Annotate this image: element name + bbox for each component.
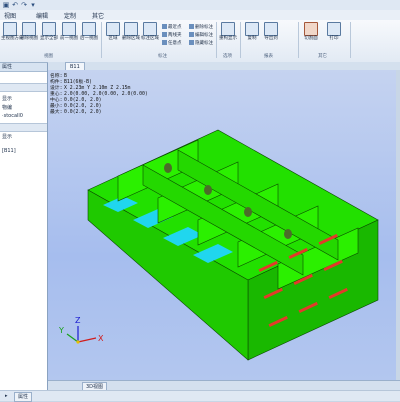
status-bar: ▸ 属性 (0, 390, 400, 402)
property-display[interactable]: 显示 (2, 95, 12, 102)
view-direction-icon (3, 22, 17, 36)
two-line-tool[interactable]: 两线夹 (162, 32, 182, 38)
axis-origin (76, 340, 80, 344)
lightening-hole (284, 229, 292, 239)
document-tab-bar: B11 (48, 62, 400, 71)
rebuild-icon (221, 22, 235, 36)
y-axis-label: Y (58, 326, 64, 335)
two-line-icon (162, 32, 167, 37)
menu-bar: 视图 编辑 定制 其它 (0, 10, 400, 20)
lightening-hole (244, 207, 252, 217)
region-icon (106, 22, 120, 36)
group-separator (240, 22, 241, 58)
x-axis-label: X (98, 334, 104, 343)
3d-viewport[interactable]: 名称: B 构件: B11(6板-B) 设计: X 2.23m Y 2.10m Z 2… (48, 70, 396, 380)
annotate-region-icon (143, 22, 157, 36)
delete-annotation-icon (189, 24, 194, 29)
zoom-all-icon (42, 22, 56, 36)
delete-annotation-tool[interactable]: 删除标注 (189, 24, 213, 30)
y-axis-line (66, 333, 79, 343)
copy-icon (245, 22, 259, 36)
nearest-point-tool[interactable]: 最近点 (162, 24, 182, 30)
properties-panel: 属性 显示 物编 ·stocall0 显示 [B11] (0, 63, 48, 390)
print-button[interactable]: 打印 (325, 22, 343, 48)
rebuild-display-button[interactable]: 重构显示 (219, 22, 237, 48)
menu-customize[interactable]: 定制 (64, 11, 76, 20)
annotate-region-button[interactable]: 标注区域 (141, 22, 159, 48)
property-stocall[interactable]: ·stocall0 (2, 113, 23, 119)
delete-region-icon (124, 22, 138, 36)
group-label-view: 视图 (44, 54, 53, 59)
ribbon: 主视图方向 删除视图 显示全部 前一视图 后一视图 区域 删除区域 标注区域 最… (0, 20, 400, 63)
show-all-button[interactable]: 显示全部 (40, 22, 58, 48)
any-point-icon (162, 40, 167, 45)
status-arrow-icon[interactable]: ▸ (2, 392, 11, 400)
nearest-point-icon (162, 24, 167, 29)
property-b11[interactable]: [B11] (2, 148, 16, 154)
info-line: 最大: 0.0(2.0, 2.0) (50, 110, 102, 115)
any-point-tool[interactable]: 任意点 (162, 40, 182, 46)
hide-annotation-tool[interactable]: 隐藏标注 (189, 40, 213, 46)
export-icon (264, 22, 278, 36)
panel-toolbar (0, 83, 47, 92)
zoom-next-icon (82, 22, 96, 36)
group-label-annotation: 标注 (158, 54, 167, 59)
zoom-previous-icon (62, 22, 76, 36)
lightening-hole (164, 163, 172, 173)
panel-divider (0, 123, 47, 132)
property-display-2[interactable]: 显示 (2, 133, 12, 140)
redo-icon[interactable]: ↷ (20, 1, 28, 9)
property-object[interactable]: 物编 (2, 104, 12, 111)
menu-other[interactable]: 其它 (92, 11, 104, 20)
axis-triad: Z X Y (58, 316, 104, 344)
x-axis-line (77, 337, 97, 343)
status-tab-properties[interactable]: 属性 (14, 392, 33, 402)
group-separator (350, 22, 351, 58)
edit-annotation-icon (189, 32, 194, 37)
previous-view-button[interactable]: 前一视图 (60, 22, 78, 48)
lightening-hole (204, 185, 212, 195)
next-view-button[interactable]: 后一视图 (80, 22, 98, 48)
save-icon[interactable]: ▣ (2, 1, 10, 9)
delete-view-icon (22, 22, 36, 36)
delete-region-button[interactable]: 删除区域 (122, 22, 140, 48)
undo-icon[interactable]: ↶ (11, 1, 19, 9)
group-separator (101, 22, 102, 58)
panel-header: 属性 (0, 63, 47, 72)
customize-quick-access-icon[interactable]: ▾ (29, 1, 37, 9)
export-button[interactable]: 导出到 (262, 22, 280, 48)
group-label-report: 报表 (264, 54, 273, 59)
delete-view-button[interactable]: 删除视图 (20, 22, 38, 48)
cut-plane-button[interactable]: 切割面 (302, 22, 320, 48)
menu-view[interactable]: 视图 (4, 11, 16, 20)
printer-icon (327, 22, 341, 36)
z-axis-label: Z (75, 316, 81, 325)
edit-annotation-tool[interactable]: 编辑标注 (189, 32, 213, 38)
ship-block-model: Z X Y (58, 129, 379, 361)
group-separator (298, 22, 299, 58)
menu-edit[interactable]: 编辑 (36, 11, 48, 20)
group-separator (216, 22, 217, 58)
region-button[interactable]: 区域 (104, 22, 122, 48)
cut-plane-icon (304, 22, 318, 36)
group-label-options: 选项 (223, 54, 232, 59)
hide-annotation-icon (189, 40, 194, 45)
main-view-direction-button[interactable]: 主视图方向 (1, 22, 24, 48)
group-label-other: 其它 (318, 54, 327, 59)
copy-button[interactable]: 复制 (243, 22, 261, 48)
